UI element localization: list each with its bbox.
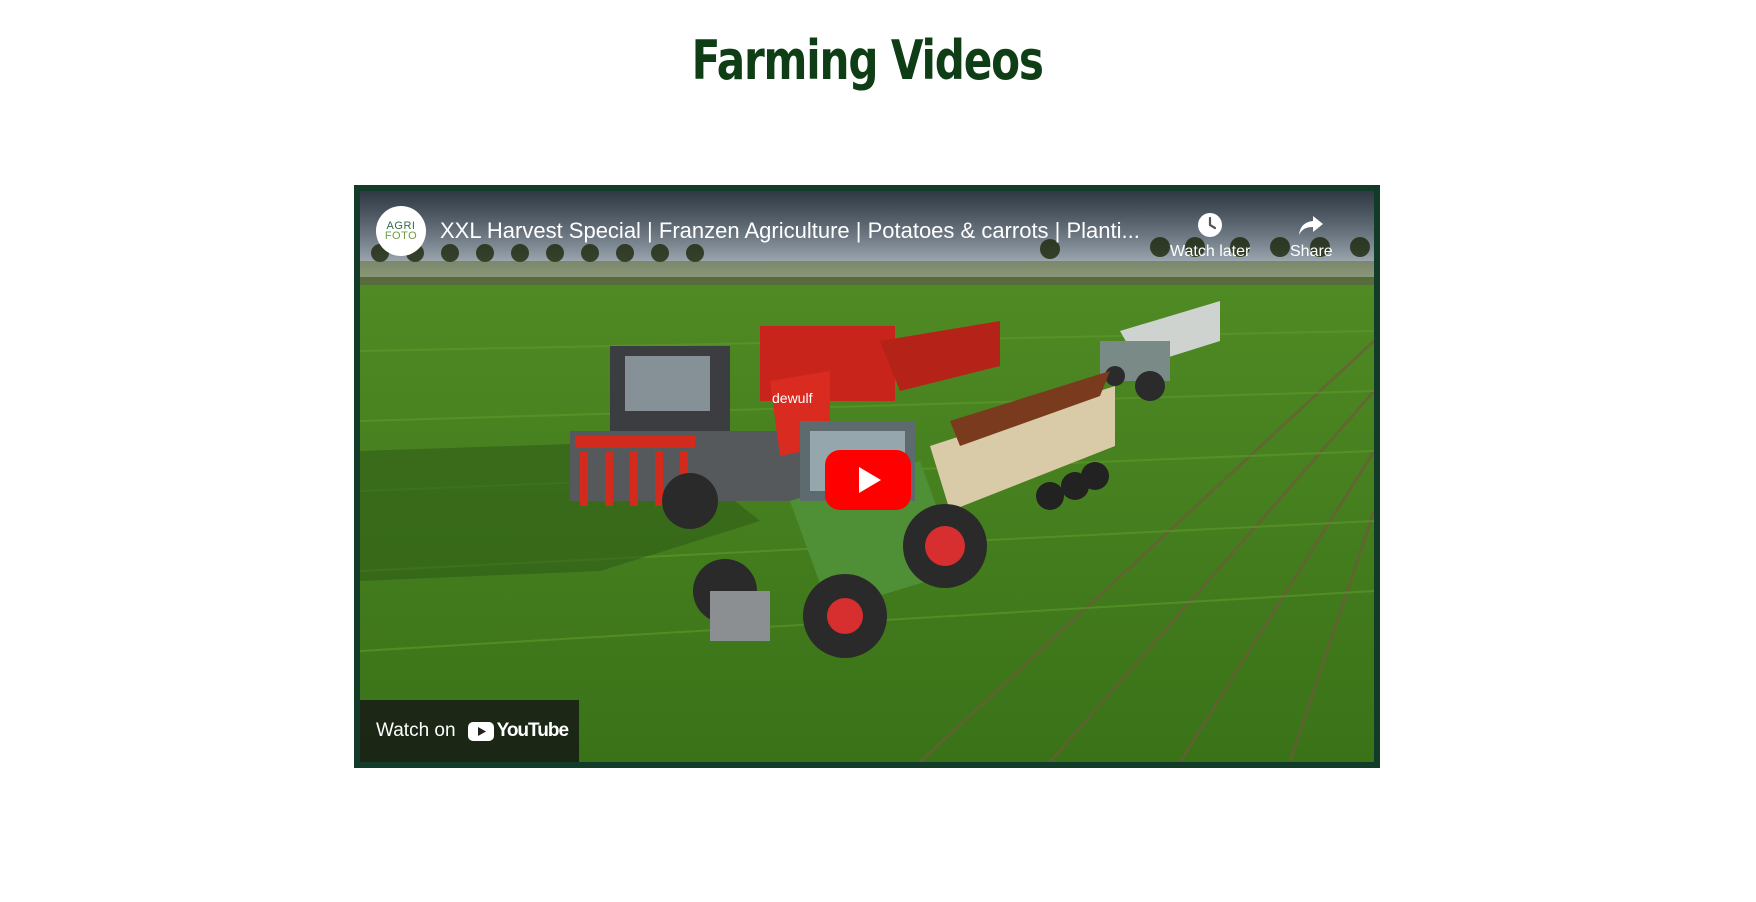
share-button[interactable]: Share <box>1290 211 1333 261</box>
page-title: Farming Videos <box>691 29 1044 92</box>
watch-on-youtube-button[interactable]: Watch on YouTube <box>360 700 579 762</box>
youtube-logo-text: YouTube <box>496 720 569 741</box>
youtube-logo: YouTube <box>467 720 569 742</box>
harvester-brand-label: dewulf <box>772 390 813 406</box>
play-button-icon[interactable] <box>825 450 911 510</box>
watch-later-button[interactable]: Watch later <box>1170 211 1250 261</box>
watch-later-label: Watch later <box>1170 243 1251 260</box>
channel-avatar[interactable]: AGRI FOTO <box>376 206 426 256</box>
share-arrow-icon <box>1299 216 1324 235</box>
share-label: Share <box>1290 243 1333 260</box>
video-player[interactable]: dewulf AGRI FOTO XXL Harvest Special | F… <box>360 191 1374 762</box>
page: Farming Videos dewulf AGRI FOTO XXL Harv… <box>0 0 1756 902</box>
clock-icon <box>1198 213 1223 237</box>
watch-on-label: Watch on <box>376 720 456 741</box>
video-title-link[interactable]: XXL Harvest Special | Franzen Agricultur… <box>440 218 1170 244</box>
youtube-logo-icon <box>467 721 494 741</box>
channel-avatar-line2: FOTO <box>384 230 418 242</box>
video-embed[interactable]: dewulf AGRI FOTO XXL Harvest Special | F… <box>354 185 1380 768</box>
